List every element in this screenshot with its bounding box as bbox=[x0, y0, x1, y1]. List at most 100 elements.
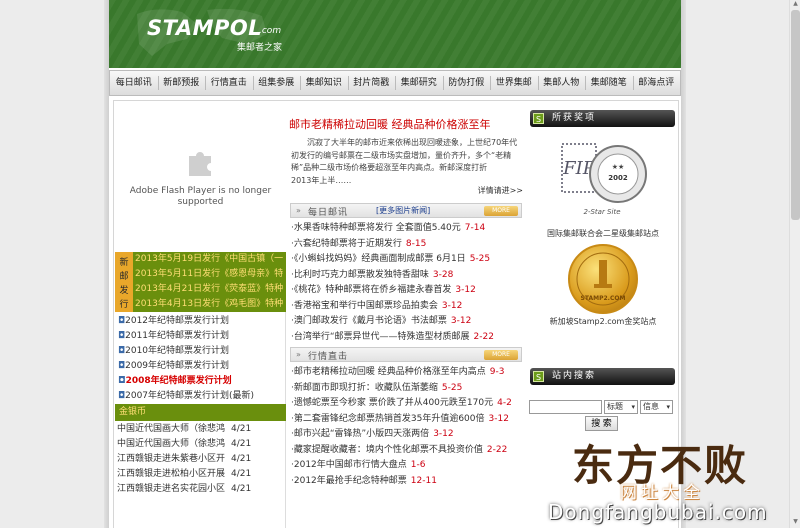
gold-coin-item[interactable]: 中国近代国画大师（徐悲鸿 4/21 bbox=[115, 437, 286, 452]
news-date: 2-22 bbox=[473, 331, 494, 342]
news-item[interactable]: ·第二套雷锋纪念邮票热销首发35年升值逾600倍 3-12 bbox=[289, 412, 525, 428]
news-item[interactable]: ·《小蝌蚪找妈妈》经典画面制成邮票 6月1日 5-25 bbox=[289, 252, 525, 268]
market-title: 行情直击 bbox=[308, 352, 349, 362]
issue-plan-item[interactable]: ◘2008年纪特邮票发行计划 bbox=[115, 374, 286, 389]
news-item[interactable]: ·台湾举行“邮票异世代——特殊造型材质邮展 2-22 bbox=[289, 330, 525, 346]
chevron-down-icon: ▾ bbox=[631, 403, 635, 411]
news-title: ·澳门邮政发行《戴月书论语》书法邮票 bbox=[291, 316, 447, 326]
news-title: ·2012年中国邮市行情大盘点 bbox=[291, 460, 407, 470]
news-title: ·遗憾蛇票至今秒家 票价跌了并从400元跌至170元 bbox=[291, 398, 494, 408]
nav-divider bbox=[585, 76, 586, 90]
page-scrollbar[interactable]: ▲ ▼ bbox=[789, 0, 800, 528]
new-issue-label: 新邮发行 bbox=[115, 252, 133, 312]
awards-title: 所获奖项 bbox=[552, 113, 597, 123]
nav-item[interactable]: 集邮随笔 bbox=[585, 71, 633, 95]
news-item[interactable]: ·藏家提醒收藏者：境内个性化邮票不具投资价值 2-22 bbox=[289, 443, 525, 459]
daily-more-button[interactable]: MORE bbox=[484, 206, 518, 216]
news-title: ·《小蝌蚪找妈妈》经典画面制成邮票 6月1日 bbox=[291, 254, 466, 264]
news-item[interactable]: ·2012年最抢手纪念特种邮票 12-11 bbox=[289, 474, 525, 490]
nav-item[interactable]: 每日邮讯 bbox=[110, 71, 158, 95]
search-category-select[interactable]: 信息 ▾ bbox=[640, 400, 673, 414]
gold-coin-item[interactable]: 江西赣银走进朱紫巷小区开 4/21 bbox=[115, 452, 286, 467]
issue-plan-item[interactable]: ◘2009年纪特邮票发行计划 bbox=[115, 359, 286, 374]
issue-plan-item[interactable]: ◘2011年纪特邮票发行计划 bbox=[115, 329, 286, 344]
market-more-button[interactable]: MORE bbox=[484, 350, 518, 360]
news-item[interactable]: ·比利时巧克力邮票散发独特香甜味 3-28 bbox=[289, 268, 525, 284]
news-item[interactable]: ·遗憾蛇票至今秒家 票价跌了并从400元跌至170元 4-2 bbox=[289, 396, 525, 412]
award1-caption[interactable]: 国际集邮联合会二星级集邮站点 bbox=[528, 228, 678, 239]
news-title: ·比利时巧克力邮票散发独特香甜味 bbox=[291, 269, 429, 280]
gold-coin-date: 4/21 bbox=[231, 454, 252, 464]
issue-plan-item[interactable]: ◘2012年纪特邮票发行计划 bbox=[115, 314, 286, 329]
nav-divider bbox=[442, 76, 444, 90]
search-input[interactable] bbox=[529, 400, 602, 414]
news-item[interactable]: ·2012年中国邮市行情大盘点 1-6 bbox=[289, 458, 525, 474]
nav-item[interactable]: 防伪打假 bbox=[443, 71, 491, 95]
nav-divider bbox=[395, 76, 396, 90]
nav-item[interactable]: 集邮知识 bbox=[300, 71, 348, 95]
site-logo[interactable]: STAMPOL bbox=[147, 16, 262, 40]
issue-plan-item[interactable]: ◘2010年纪特邮票发行计划 bbox=[115, 344, 286, 359]
gold-coin-text: 江西赣银走进名实花园小区 bbox=[117, 484, 226, 494]
feature-headline[interactable]: 邮市老精稀拉动回暖 经典品种价格涨至年 bbox=[289, 116, 525, 132]
new-issue-item[interactable]: 2013年4月21日发行《荧泰蓝》特种 bbox=[133, 284, 283, 294]
news-item[interactable]: ·邮市老精稀拉动回暖 经典品种价格涨至年内高点 9-3 bbox=[289, 365, 525, 381]
award2-caption[interactable]: 新加坡Stamp2.com金奖站点 bbox=[528, 316, 678, 327]
news-title: ·邮市老精稀拉动回暖 经典品种价格涨至年内高点 bbox=[291, 367, 486, 377]
nav-item[interactable]: 集邮研究 bbox=[395, 71, 443, 95]
new-issue-label-char: 新 bbox=[119, 258, 129, 268]
new-issue-item[interactable]: 2013年5月19日发行《中国古镇（一 bbox=[133, 254, 283, 264]
feature-read-more-link[interactable]: 详情请进>> bbox=[478, 185, 523, 196]
news-date: 12-11 bbox=[410, 475, 437, 486]
news-title: ·新邮面市即现打折：收藏队伍渐萎缩 bbox=[291, 382, 438, 393]
new-issue-item[interactable]: 2013年5月11日发行《感恩母亲》特 bbox=[133, 269, 283, 279]
new-issue-list: 2013年5月19日发行《中国古镇（一 2013年5月11日发行《感恩母亲》特 20… bbox=[133, 252, 286, 312]
news-date: 3-12 bbox=[455, 285, 476, 295]
scroll-up-arrow-icon[interactable]: ▲ bbox=[791, 0, 800, 9]
news-item[interactable]: ·《桃花》特种邮票将在侨乡福建永春首发 3-12 bbox=[289, 283, 525, 299]
nav-item[interactable]: 组集参展 bbox=[253, 71, 301, 95]
two-star-site-badge[interactable]: FIP ★★ 2002 2-Star Site bbox=[552, 132, 652, 227]
search-button[interactable]: 搜 索 bbox=[585, 416, 618, 431]
news-item[interactable]: ·澳门邮政发行《戴月书论语》书法邮票 3-12 bbox=[289, 314, 525, 330]
nav-item[interactable]: 新邮预报 bbox=[158, 71, 206, 95]
gold-coin-item[interactable]: 江西赣银走进松柏小区开展 4/21 bbox=[115, 467, 286, 482]
award1-star-text: 2-Star Site bbox=[584, 208, 621, 216]
feature-summary: 沉寂了大半年的邮市近来依稀出现回暖迹象，上世纪70年代初发行的编号邮票在二级市场… bbox=[291, 138, 518, 185]
gold-medal-badge[interactable]: STAMP2.COM bbox=[568, 244, 638, 314]
middle-column: 邮市老精稀拉动回暖 经典品种价格涨至年 沉寂了大半年的邮市近来依稀出现回暖迹象，… bbox=[289, 102, 525, 528]
flash-message: Adobe Flash Player is no longer supporte… bbox=[129, 186, 272, 207]
news-item[interactable]: ·六套纪特邮票将于近期发行 8-15 bbox=[289, 237, 525, 253]
awards-header: S 所获奖项 bbox=[530, 110, 675, 127]
gold-coin-item[interactable]: 江西赣银走进名实花园小区 4/21 bbox=[115, 482, 286, 497]
search-field-select[interactable]: 标题 ▾ bbox=[604, 400, 638, 414]
news-item[interactable]: ·香港裕宝和举行中国邮票珍品拍卖会 3-12 bbox=[289, 299, 525, 315]
issue-plan-item[interactable]: ◘2007年纪特邮票发行计划(最新) bbox=[115, 389, 286, 404]
news-item[interactable]: ·新邮面市即现打折：收藏队伍渐萎缩 5-25 bbox=[289, 381, 525, 397]
scrollbar-thumb[interactable] bbox=[791, 10, 800, 220]
news-date: 5-25 bbox=[469, 254, 491, 264]
nav-item[interactable]: 世界集邮 bbox=[490, 71, 538, 95]
nav-item[interactable]: 封片简戳 bbox=[348, 71, 396, 95]
nav-item[interactable]: 行情直击 bbox=[205, 71, 253, 95]
site-header: STAMPOL .com 集邮者之家 bbox=[109, 0, 681, 68]
news-title: ·台湾举行“邮票异世代——特殊造型材质邮展 bbox=[291, 331, 470, 342]
new-issue-item[interactable]: 2013年4月13日发行《鸡毛图》特种 bbox=[133, 299, 283, 309]
gold-silver-coin-header[interactable]: 金银币 bbox=[115, 404, 286, 421]
nav-item[interactable]: 集邮人物 bbox=[538, 71, 586, 95]
nav-divider bbox=[537, 76, 539, 90]
scroll-down-arrow-icon[interactable]: ▼ bbox=[791, 518, 800, 527]
more-picture-news-link[interactable]: [更多图片新闻] bbox=[376, 205, 430, 216]
issue-plan-text: 2009年纪特邮票发行计划 bbox=[125, 361, 230, 371]
flash-placeholder: Adobe Flash Player is no longer supporte… bbox=[115, 102, 286, 252]
nav-item[interactable]: 邮海点评 bbox=[633, 71, 681, 95]
market-header: » 行情直击 MORE bbox=[290, 347, 522, 362]
news-item[interactable]: ·邮市兴起“雷锋热”小版四天涨两倍 3-12 bbox=[289, 427, 525, 443]
nav-divider bbox=[252, 76, 254, 90]
gold-coin-item[interactable]: 中国近代国画大师（徐悲鸿 4/21 bbox=[115, 422, 286, 437]
nav-divider bbox=[157, 76, 159, 90]
news-item[interactable]: ·水果香味特种邮票将发行 全套面值5.40元 7-14 bbox=[289, 221, 525, 237]
news-date: 3-28 bbox=[432, 269, 454, 280]
news-title: ·藏家提醒收藏者：境内个性化邮票不具投资价值 bbox=[291, 444, 483, 455]
gold-coin-date: 4/21 bbox=[231, 439, 252, 449]
